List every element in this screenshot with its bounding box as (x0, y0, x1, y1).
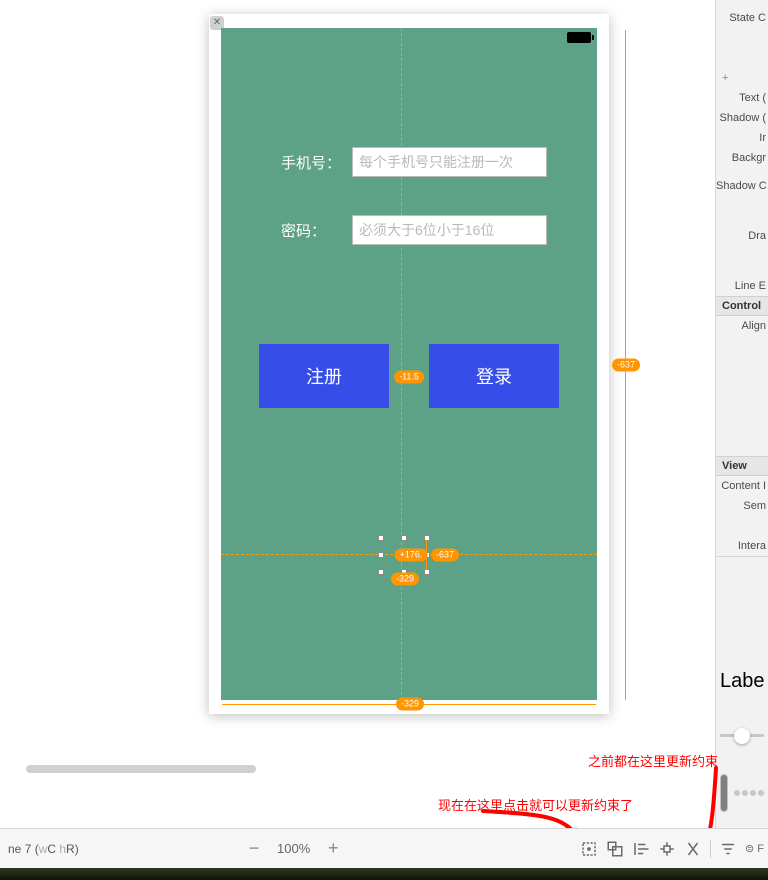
slider-thumb[interactable] (734, 728, 750, 744)
zoom-out-button[interactable]: − (245, 838, 263, 859)
iphone-view[interactable]: 手机号： 密码： 注册 登录 -11.5 (221, 28, 597, 700)
swatch-options[interactable] (734, 790, 764, 796)
inspector-shadow-color[interactable]: Shadow ( (716, 108, 768, 128)
constraint-selection-right[interactable]: -637 (431, 549, 459, 562)
embed-in-icon[interactable] (606, 840, 624, 858)
filter-label[interactable]: ⊜ F (745, 842, 764, 855)
zoom-value[interactable]: 100% (277, 841, 310, 856)
inspector-view-header: View (716, 456, 768, 476)
inspector-background[interactable]: Backgr (716, 148, 768, 168)
password-input[interactable] (352, 215, 547, 245)
login-button[interactable]: 登录 (429, 344, 559, 408)
inspector-color-swatch[interactable] (720, 774, 728, 812)
inspector-swatch-row (720, 774, 764, 812)
register-button[interactable]: 注册 (259, 344, 389, 408)
inspector-alignment[interactable]: Align (716, 316, 768, 336)
resolve-constraints-icon[interactable] (684, 840, 702, 858)
update-frames-icon[interactable] (580, 840, 598, 858)
plus-icon[interactable]: + (716, 68, 768, 88)
battery-icon (567, 32, 591, 43)
constraint-selection-x[interactable]: +176. (395, 549, 428, 562)
inspector-text-color[interactable]: Text ( (716, 88, 768, 108)
ib-icon-bar: ⊜ F (580, 840, 764, 858)
inspector-state-config[interactable]: State C (716, 8, 768, 28)
inspector-line-break[interactable]: Line E (716, 276, 768, 296)
password-row: 密码： (281, 215, 547, 245)
zoom-in-button[interactable]: + (324, 838, 342, 859)
phone-label: 手机号： (281, 152, 352, 173)
inspector-label-input[interactable] (720, 670, 764, 693)
inspector-control-header: Control (716, 296, 768, 316)
password-label: 密码： (281, 220, 352, 241)
pin-constraints-icon[interactable] (658, 840, 676, 858)
constraint-height[interactable]: -637 (612, 359, 640, 372)
grass-strip (0, 868, 768, 880)
inspector-shadow-offset[interactable]: Shadow C (716, 176, 768, 196)
constraint-width[interactable]: -329 (396, 698, 424, 711)
annotation-previous: 之前都在这里更新约束 (588, 751, 718, 770)
align-icon[interactable] (632, 840, 650, 858)
measure-bracket (426, 540, 427, 570)
iphone-frame: ✕ 手机号： 密码： 注册 登录 -11.5 (209, 14, 609, 714)
constraint-button-gap[interactable]: -11.5 (394, 371, 424, 384)
canvas-area[interactable]: ✕ 手机号： 密码： 注册 登录 -11.5 (0, 0, 715, 828)
bottom-bar: ne 7 (wC hR) − 100% + ⊜ F (0, 828, 768, 868)
inspector-slider[interactable] (720, 734, 764, 737)
zoom-controls: − 100% + (245, 838, 342, 859)
phone-input[interactable] (352, 147, 547, 177)
annotation-now: 现在在这里点击就可以更新约束了 (438, 795, 633, 814)
inspector-content-mode[interactable]: Content I (716, 476, 768, 496)
inspector-semantic[interactable]: Sem (716, 496, 768, 516)
horizontal-scrollbar[interactable] (26, 765, 256, 773)
filter-icon[interactable] (719, 840, 737, 858)
inspector-panel[interactable]: State C + Text ( Shadow ( Ir Backgr Shad… (715, 0, 768, 828)
constraint-selection-bottom[interactable]: -329 (391, 573, 419, 586)
inspector-image[interactable]: Ir (716, 128, 768, 148)
icon-separator (710, 840, 711, 858)
inspector-drawing[interactable]: Dra (716, 226, 768, 246)
inspector-interaction[interactable]: Intera (716, 536, 768, 557)
device-path[interactable]: ne 7 (wC hR) (0, 842, 79, 856)
phone-row: 手机号： (281, 147, 547, 177)
